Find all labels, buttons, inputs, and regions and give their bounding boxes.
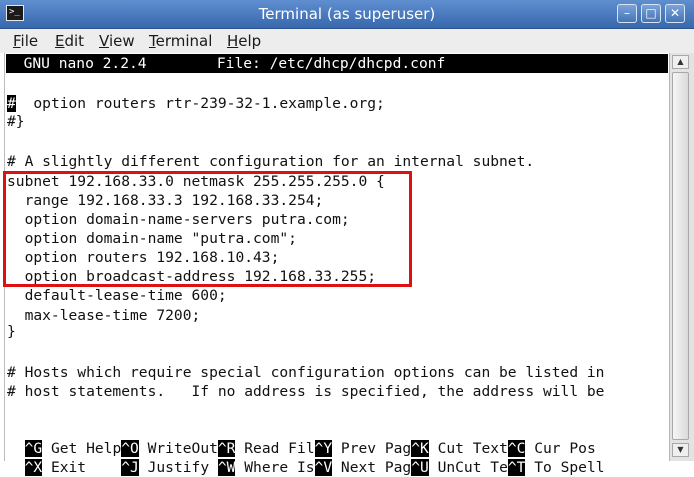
maximize-button[interactable]: □ — [641, 4, 661, 23]
highlight-annotation-box — [3, 171, 412, 287]
shortcut-label: Exit — [42, 459, 122, 476]
editor-line[interactable]: #} — [7, 112, 25, 131]
window-title: Terminal (as superuser) — [258, 5, 436, 23]
shortcut-label: To Spell — [525, 459, 605, 476]
shortcut-key[interactable]: ^J — [121, 459, 139, 476]
menu-edit[interactable]: Edit — [55, 32, 84, 50]
close-button[interactable]: ✕ — [665, 4, 685, 23]
menu-help[interactable]: Help — [227, 32, 261, 50]
scroll-down-arrow-icon[interactable]: ▼ — [672, 443, 689, 457]
maximize-icon: □ — [645, 6, 657, 20]
menu-view[interactable]: View — [99, 32, 135, 50]
close-icon: ✕ — [669, 6, 681, 20]
shortcut-key[interactable]: ^U — [411, 459, 429, 476]
menu-bar: File Edit View Terminal Help — [0, 29, 694, 53]
shortcut-key[interactable]: ^W — [217, 459, 236, 476]
minimize-button[interactable]: – — [617, 4, 637, 23]
shortcut-label: Justify — [138, 459, 218, 476]
editor-line[interactable]: # option routers rtr-239-32-1.example.or… — [7, 94, 385, 113]
shortcut-row-1: ^G Get Help^O WriteOut^R Read Fil^Y Prev… — [7, 420, 596, 457]
editor-line[interactable]: # host statements. If no address is spec… — [7, 382, 604, 401]
editor-line[interactable]: max-lease-time 7200; — [7, 306, 201, 325]
shortcut-row-2: ^X Exit ^J Justify ^W Where Is^V Next Pa… — [7, 439, 605, 476]
menu-terminal[interactable]: Terminal — [149, 32, 212, 50]
shortcut-key[interactable]: ^V — [314, 459, 333, 476]
editor-line[interactable]: } — [7, 322, 16, 341]
editor-line[interactable]: # Hosts which require special configurat… — [7, 363, 604, 382]
menu-file[interactable]: File — [13, 32, 38, 50]
text-cursor: # — [7, 95, 16, 112]
shortcut-label: UnCut Te — [428, 459, 508, 476]
editor-line[interactable]: default-lease-time 600; — [7, 286, 227, 305]
window-titlebar[interactable]: >_ Terminal (as superuser) – □ ✕ — [0, 0, 694, 29]
nano-header: GNU nano 2.2.4 File: /etc/dhcp/dhcpd.con… — [6, 54, 668, 73]
shortcut-key[interactable]: ^T — [507, 459, 526, 476]
editor-line[interactable]: # A slightly different configuration for… — [7, 152, 534, 171]
shortcut-label: Next Pag — [332, 459, 412, 476]
shortcut-key[interactable]: ^X — [24, 459, 43, 476]
shortcut-label: Where Is — [235, 459, 315, 476]
scroll-up-arrow-icon[interactable]: ▲ — [672, 55, 689, 69]
scrollbar-thumb[interactable] — [672, 72, 689, 440]
minimize-icon: – — [624, 6, 630, 20]
